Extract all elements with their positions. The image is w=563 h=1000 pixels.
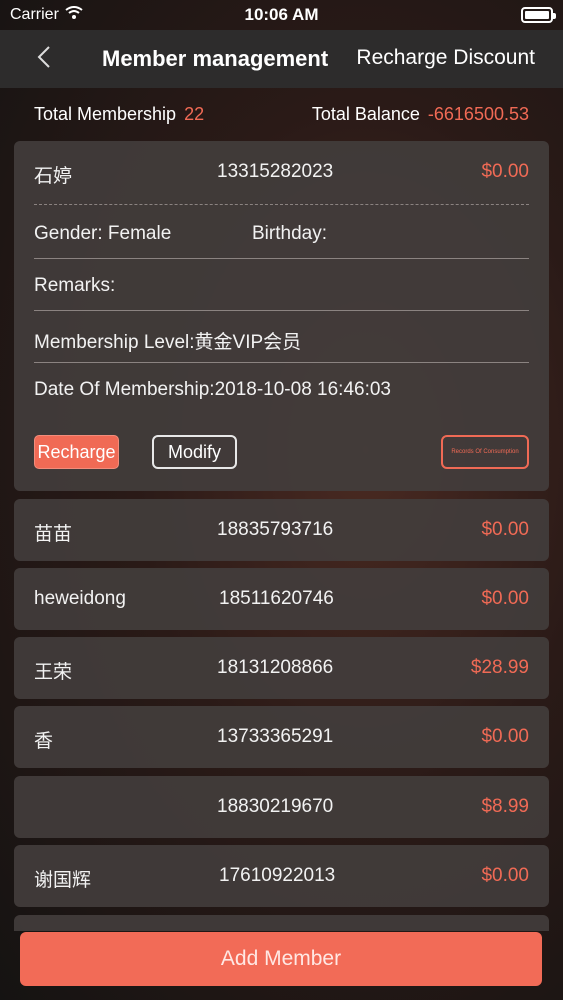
member-phone: 13733365291	[217, 726, 334, 747]
member-name: 谢国辉	[34, 870, 92, 891]
modify-button[interactable]: Modify	[152, 435, 237, 469]
member-balance: $0.00	[481, 865, 529, 886]
divider	[34, 362, 529, 363]
carrier-label: Carrier	[10, 6, 59, 23]
member-date: Date Of Membership:2018-10-08 16:46:03	[34, 379, 391, 400]
member-balance: $8.99	[481, 796, 529, 817]
total-balance-value: -6616500.53	[427, 103, 529, 124]
records-of-consumption-button[interactable]: Records Of Consumption	[441, 435, 529, 469]
member-balance: $0.00	[481, 588, 529, 609]
member-row[interactable]: 苗苗 18835793716 $0.00	[14, 499, 549, 561]
back-button[interactable]	[32, 44, 56, 74]
add-member-button[interactable]: Add Member	[20, 932, 542, 986]
member-card-expanded[interactable]: 石婷 13315282023 $0.00 Gender: Female Birt…	[14, 141, 549, 491]
status-right	[403, 7, 556, 23]
wifi-icon	[65, 5, 83, 25]
member-row[interactable]: 王荣 18131208866 $28.99	[14, 637, 549, 699]
app-screen: Carrier 10:06 AM Member management Recha…	[0, 0, 563, 1000]
dashed-divider	[34, 204, 529, 205]
member-gender: Gender: Female	[34, 223, 172, 244]
status-left: Carrier	[10, 5, 160, 25]
member-remarks: Remarks:	[34, 275, 116, 296]
total-balance-label: Total Balance	[311, 103, 420, 124]
member-phone: 13315282023	[217, 161, 334, 182]
status-time: 10:06 AM	[244, 5, 319, 24]
member-phone: 18511620746	[219, 588, 334, 609]
battery-icon	[520, 7, 556, 23]
member-name: 苗苗	[34, 524, 73, 545]
divider	[34, 258, 529, 259]
member-phone: 18131208866	[217, 657, 334, 678]
member-balance: $28.99	[470, 657, 529, 678]
total-membership-label: Total Membership	[34, 103, 177, 124]
status-bar: Carrier 10:06 AM	[0, 0, 563, 30]
page-title: Member management	[102, 46, 329, 71]
member-balance: $0.00	[481, 519, 529, 540]
total-membership-value: 22	[184, 103, 205, 124]
member-name: 香	[34, 731, 54, 752]
total-balance: Total Balance -6616500.53	[312, 104, 529, 125]
member-balance: $0.00	[481, 161, 529, 182]
member-name: 王荣	[34, 662, 73, 683]
member-summary-row[interactable]: 石婷 13315282023 $0.00	[14, 141, 549, 203]
membership-summary: Total Membership 22 Total Balance -6616500…	[0, 88, 563, 140]
recharge-button[interactable]: Recharge	[34, 435, 119, 469]
member-row[interactable]: 18830219670 $8.99	[14, 776, 549, 838]
total-membership: Total Membership 22	[34, 104, 204, 125]
divider	[34, 310, 529, 311]
member-phone: 18830219670	[217, 796, 334, 817]
member-row[interactable]: heweidong 18511620746 $0.00	[14, 568, 549, 630]
member-row-partial[interactable]	[14, 915, 549, 931]
member-balance: $0.00	[481, 726, 529, 747]
member-name: 石婷	[34, 166, 73, 187]
member-birthday: Birthday:	[252, 223, 327, 244]
member-name: heweidong	[34, 588, 126, 609]
member-phone: 17610922013	[219, 865, 336, 886]
chevron-left-icon	[37, 45, 51, 74]
recharge-discount-button[interactable]: Recharge Discount	[356, 46, 535, 70]
member-level: Membership Level:黄金VIP会员	[34, 332, 302, 353]
member-row[interactable]: 香 13733365291 $0.00	[14, 706, 549, 768]
member-phone: 18835793716	[217, 519, 334, 540]
member-row[interactable]: 谢国辉 17610922013 $0.00	[14, 845, 549, 907]
navigation-bar: Member management Recharge Discount	[0, 30, 563, 88]
